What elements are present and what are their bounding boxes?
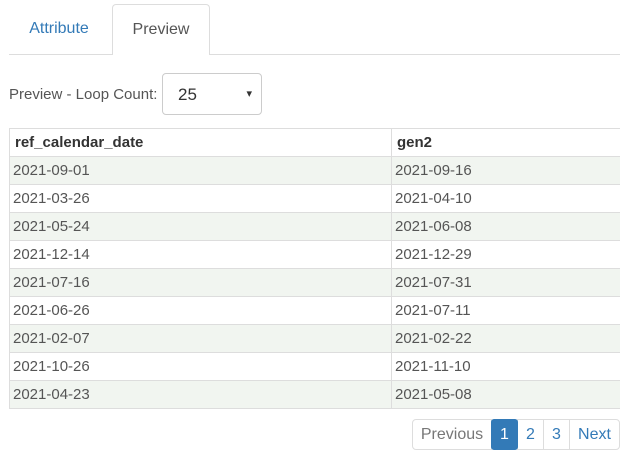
tab-attribute[interactable]: Attribute bbox=[9, 4, 109, 54]
table-cell: 2021-10-26 bbox=[9, 352, 392, 381]
table-cell: 2021-07-16 bbox=[9, 268, 392, 297]
chevron-down-icon: ▾ bbox=[246, 88, 252, 100]
loop-count-value: 25 bbox=[178, 85, 197, 104]
loop-count-select[interactable]: 25 ▾ bbox=[162, 73, 262, 115]
preview-panel: Attribute Preview Preview - Loop Count: … bbox=[0, 0, 630, 462]
table-cell: 2021-11-10 bbox=[391, 352, 620, 381]
tab-bar: Attribute Preview bbox=[9, 4, 620, 55]
table-header-row: ref_calendar_date gen2 bbox=[9, 128, 620, 157]
page-3-button[interactable]: 3 bbox=[543, 419, 570, 450]
preview-table: ref_calendar_date gen2 2021-09-01 2021-0… bbox=[9, 128, 620, 409]
table-cell: 2021-05-24 bbox=[9, 212, 392, 241]
table-cell: 2021-06-08 bbox=[391, 212, 620, 241]
next-page-button[interactable]: Next bbox=[569, 419, 620, 450]
tab-preview[interactable]: Preview bbox=[112, 4, 210, 55]
column-header-gen2[interactable]: gen2 bbox=[391, 128, 620, 157]
table-row: 2021-05-24 2021-06-08 bbox=[9, 212, 620, 241]
table-cell: 2021-02-22 bbox=[391, 324, 620, 353]
page-1-button[interactable]: 1 bbox=[491, 419, 518, 450]
pagination: Previous 1 2 3 Next bbox=[412, 419, 620, 450]
page-2-button[interactable]: 2 bbox=[517, 419, 544, 450]
table-cell: 2021-07-11 bbox=[391, 296, 620, 325]
table-row: 2021-10-26 2021-11-10 bbox=[9, 352, 620, 381]
table-cell: 2021-07-31 bbox=[391, 268, 620, 297]
table-row: 2021-02-07 2021-02-22 bbox=[9, 324, 620, 353]
table-cell: 2021-12-14 bbox=[9, 240, 392, 269]
table-cell: 2021-05-08 bbox=[391, 380, 620, 409]
table-row: 2021-09-01 2021-09-16 bbox=[9, 156, 620, 185]
table-cell: 2021-09-16 bbox=[391, 156, 620, 185]
previous-page-button[interactable]: Previous bbox=[412, 419, 492, 450]
table-row: 2021-04-23 2021-05-08 bbox=[9, 380, 620, 409]
table-cell: 2021-04-23 bbox=[9, 380, 392, 409]
column-header-ref-calendar-date[interactable]: ref_calendar_date bbox=[9, 128, 392, 157]
table-cell: 2021-06-26 bbox=[9, 296, 392, 325]
table-row: 2021-03-26 2021-04-10 bbox=[9, 184, 620, 213]
table-cell: 2021-04-10 bbox=[391, 184, 620, 213]
table-cell: 2021-02-07 bbox=[9, 324, 392, 353]
table-row: 2021-07-16 2021-07-31 bbox=[9, 268, 620, 297]
preview-table-container[interactable]: ref_calendar_date gen2 2021-09-01 2021-0… bbox=[9, 128, 620, 409]
loop-count-label: Preview - Loop Count: bbox=[9, 86, 158, 103]
table-cell: 2021-09-01 bbox=[9, 156, 392, 185]
table-cell: 2021-12-29 bbox=[391, 240, 620, 269]
table-row: 2021-12-14 2021-12-29 bbox=[9, 240, 620, 269]
table-cell: 2021-03-26 bbox=[9, 184, 392, 213]
table-row: 2021-06-26 2021-07-11 bbox=[9, 296, 620, 325]
